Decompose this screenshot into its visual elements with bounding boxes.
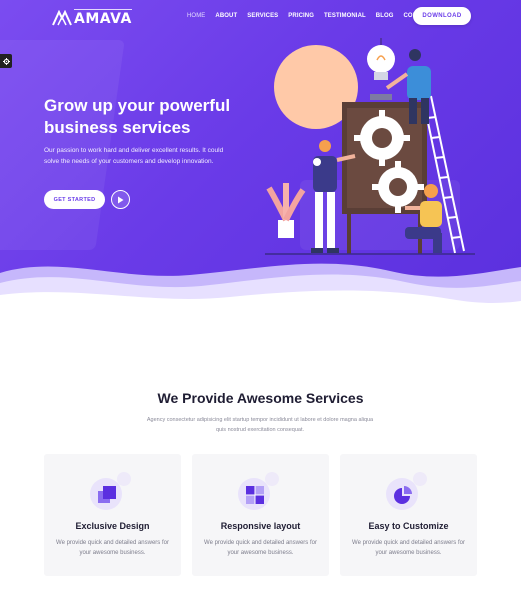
hero-title: Grow up your powerful business services (44, 96, 231, 137)
service-card[interactable]: Easy to Customize We provide quick and d… (340, 454, 477, 576)
main-nav: HOME ABOUT SERVICES PRICING TESTIMONIAL … (187, 13, 443, 19)
teamwork-gears-illustration (265, 38, 475, 255)
service-card-title: Easy to Customize (368, 521, 449, 531)
play-icon (118, 196, 124, 203)
brand-logo[interactable]: AMAVA (52, 9, 132, 27)
service-card[interactable]: Responsive layout We provide quick and d… (192, 454, 329, 576)
service-icon-wrap (386, 472, 430, 510)
services-title: We Provide Awesome Services (157, 390, 364, 406)
service-card[interactable]: Exclusive Design We provide quick and de… (44, 454, 181, 576)
layers-icon (98, 486, 116, 503)
nav-item-testimonial[interactable]: TESTIMONIAL (324, 13, 366, 19)
nav-item-home[interactable]: HOME (187, 13, 205, 19)
nav-item-services[interactable]: SERVICES (247, 13, 278, 19)
service-card-text: We provide quick and detailed answers fo… (352, 540, 465, 556)
service-icon-wrap (238, 472, 282, 510)
service-card-text: We provide quick and detailed answers fo… (204, 540, 317, 556)
brand-name: AMAVA (74, 9, 132, 27)
hero-wave-divider (0, 263, 521, 315)
logo-mark-icon (52, 10, 72, 26)
service-card-title: Exclusive Design (75, 521, 150, 531)
pie-chart-icon (394, 486, 412, 504)
hero-description: Our passion to work hard and deliver exc… (44, 147, 224, 165)
service-card-text: We provide quick and detailed answers fo… (56, 540, 169, 556)
nav-item-about[interactable]: ABOUT (215, 13, 237, 19)
service-icon-wrap (90, 472, 134, 510)
download-button[interactable]: DOWNLOAD (413, 7, 471, 25)
play-video-button[interactable] (111, 190, 130, 209)
service-card-title: Responsive layout (220, 521, 301, 531)
services-subtitle: Agency consectetur adipisicing elit star… (146, 417, 374, 433)
get-started-button[interactable]: GET STARTED (44, 190, 105, 209)
settings-toggle[interactable] (0, 54, 12, 68)
nav-item-pricing[interactable]: PRICING (288, 13, 314, 19)
gear-icon (2, 57, 10, 65)
nav-item-blog[interactable]: BLOG (376, 13, 394, 19)
grid-icon (246, 486, 264, 504)
